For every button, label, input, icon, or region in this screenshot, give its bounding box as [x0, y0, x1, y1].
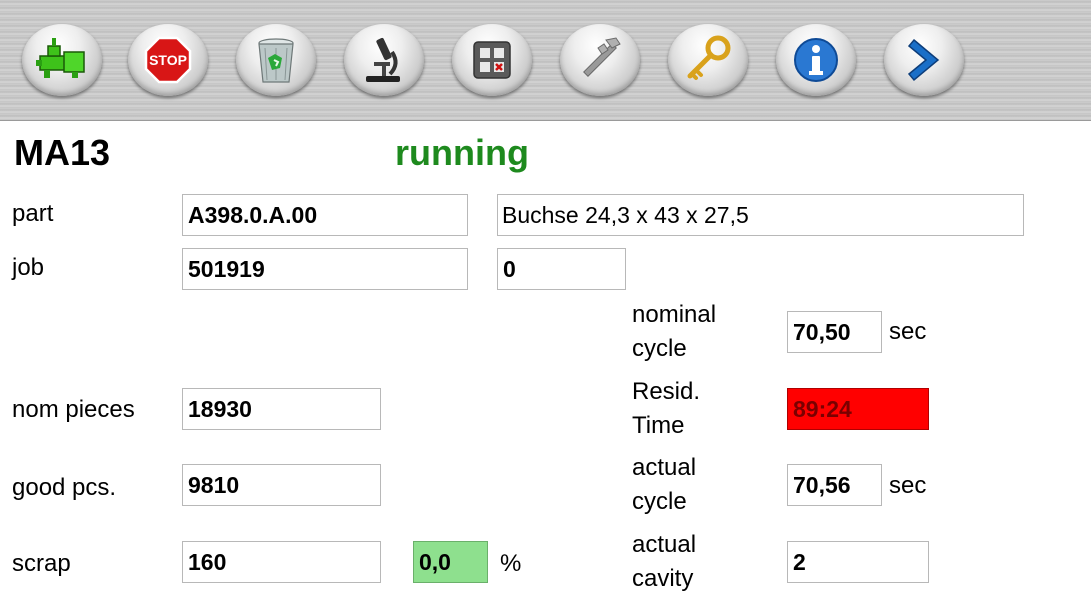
nominal-cycle-field[interactable]: 70,50: [787, 311, 882, 353]
resid-time-label-line1: Resid.: [632, 378, 701, 405]
good-pcs-field[interactable]: 9810: [182, 464, 381, 506]
info-button[interactable]: [776, 24, 856, 96]
machine-id: MA13: [14, 132, 111, 173]
trash-icon: [258, 38, 294, 83]
stop-button[interactable]: STOP: [128, 24, 208, 96]
scrap-field[interactable]: 160: [182, 541, 381, 583]
nominal-cycle-label: nominal cycle: [632, 298, 716, 366]
control-panel-icon: [473, 41, 511, 79]
actual-cycle-unit: sec: [889, 472, 927, 499]
part-label: part: [12, 200, 54, 227]
part-description-field[interactable]: Buchse 24,3 x 43 x 27,5: [497, 194, 1024, 236]
scrap-percent-unit: %: [500, 550, 522, 577]
machine-button[interactable]: [22, 24, 102, 96]
stop-icon: STOP: [144, 36, 192, 84]
machine-status: running: [395, 132, 529, 173]
control-panel-button[interactable]: [452, 24, 532, 96]
nom-pieces-field[interactable]: 18930: [182, 388, 381, 430]
machine-icon: [36, 38, 85, 78]
part-number-field[interactable]: A398.0.A.00: [182, 194, 468, 236]
key-icon: [687, 35, 731, 80]
svg-text:STOP: STOP: [149, 52, 187, 68]
resid-time-field[interactable]: 89:24: [787, 388, 929, 430]
actual-cycle-label-line2: cycle: [632, 488, 687, 515]
scrap-percent-field[interactable]: 0,0: [413, 541, 488, 583]
resid-time-label-line2: Time: [632, 412, 685, 439]
good-pcs-label: good pcs.: [12, 474, 117, 501]
actual-cavity-label-line2: cavity: [632, 565, 694, 592]
job-extra-field[interactable]: 0: [497, 248, 626, 290]
nominal-cycle-label-line1: nominal: [632, 301, 717, 328]
job-number-field[interactable]: 501919: [182, 248, 468, 290]
nominal-cycle-label-line2: cycle: [632, 335, 687, 362]
scrap-label: scrap: [12, 550, 71, 577]
actual-cycle-label-line1: actual: [632, 454, 697, 481]
actual-cavity-label: actual cavity: [632, 528, 696, 596]
forward-button[interactable]: [884, 24, 964, 96]
toolbar: STOP: [0, 0, 1091, 121]
caliper-icon: [583, 37, 621, 77]
job-label: job: [12, 254, 45, 281]
nominal-cycle-unit: sec: [889, 318, 927, 345]
actual-cavity-field[interactable]: 2: [787, 541, 929, 583]
actual-cavity-label-line1: actual: [632, 531, 697, 558]
nom-pieces-label: nom pieces: [12, 396, 135, 423]
forward-arrow-icon: [907, 38, 940, 82]
microscope-icon: [366, 37, 400, 82]
key-button[interactable]: [668, 24, 748, 96]
actual-cycle-label: actual cycle: [632, 451, 696, 519]
actual-cycle-field[interactable]: 70,56: [787, 464, 882, 506]
caliper-button[interactable]: [560, 24, 640, 96]
resid-time-label: Resid. Time: [632, 375, 700, 443]
info-icon: [794, 38, 838, 82]
microscope-button[interactable]: [344, 24, 424, 96]
trash-button[interactable]: [236, 24, 316, 96]
